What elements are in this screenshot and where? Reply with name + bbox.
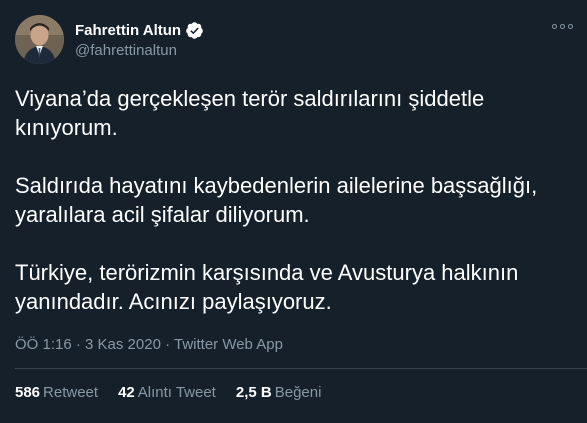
likes-label: Beğeni [274,384,322,401]
tweet-card: Fahrettin Altun @fahrettinaltun Viyana’d… [0,0,587,423]
tweet-paragraph: Viyana’da gerçekleşen terör saldırıların… [15,86,485,140]
tweet-source-app[interactable]: Twitter Web App [174,336,283,353]
tweet-paragraph: Saldırıda hayatını kaybedenlerin aileler… [15,173,538,227]
retweets-count: 586 [15,384,41,401]
quotes-count: 42 [118,384,135,401]
dot [560,24,565,29]
author-info: Fahrettin Altun @fahrettinaltun [75,20,204,59]
quotes-label: Alıntı Tweet [137,384,216,401]
quotes-stat[interactable]: 42 Alıntı Tweet [118,384,216,401]
tweet-text: Viyana’da gerçekleşen terör saldırıların… [15,84,575,316]
retweets-stat[interactable]: 586 Retweet [15,384,98,401]
dot [568,24,573,29]
divider [15,368,587,369]
more-options-icon[interactable] [552,24,573,29]
tweet-meta: ÖÖ 1:16 · 3 Kas 2020 · Twitter Web App [15,336,283,353]
name-row: Fahrettin Altun [75,20,204,40]
avatar-image [15,15,64,64]
retweets-label: Retweet [43,384,99,401]
tweet-timestamp[interactable]: ÖÖ 1:16 · 3 Kas 2020 · [15,336,174,353]
author-handle[interactable]: @fahrettinaltun [75,42,204,59]
author-name[interactable]: Fahrettin Altun [75,22,181,39]
tweet-paragraph: Türkiye, terörizmin karşısında ve Avustu… [15,260,519,314]
verified-badge-icon [185,21,204,40]
likes-count: 2,5 B [235,384,272,401]
dot [552,24,557,29]
likes-stat[interactable]: 2,5 B Beğeni [236,384,322,401]
avatar[interactable] [15,15,64,64]
tweet-stats: 586 Retweet 42 Alıntı Tweet 2,5 B Beğeni [15,384,321,401]
